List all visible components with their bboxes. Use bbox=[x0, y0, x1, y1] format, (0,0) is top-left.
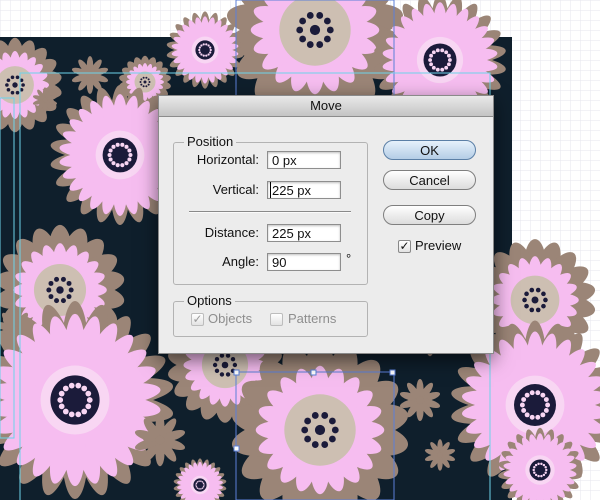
options-legend: Options bbox=[184, 294, 235, 308]
horizontal-input[interactable]: 0 px bbox=[267, 151, 341, 169]
vertical-input[interactable]: 225 px bbox=[267, 181, 341, 199]
ok-button[interactable]: OK bbox=[383, 140, 476, 160]
vertical-label: Vertical: bbox=[212, 182, 259, 197]
selection-handle[interactable] bbox=[233, 369, 240, 376]
objects-checkbox[interactable]: ✓ bbox=[191, 313, 204, 326]
cancel-button[interactable]: Cancel bbox=[383, 170, 476, 190]
distance-input[interactable]: 225 px bbox=[267, 224, 341, 242]
move-dialog: Move Position Horizontal: 0 px Vertical:… bbox=[158, 95, 494, 354]
position-legend: Position bbox=[184, 135, 237, 149]
selection-handle[interactable] bbox=[310, 369, 317, 376]
dialog-title[interactable]: Move bbox=[159, 96, 493, 117]
horizontal-label: Horizontal: bbox=[196, 152, 259, 167]
preview-checkbox[interactable]: ✓ bbox=[398, 240, 411, 253]
copy-button[interactable]: Copy bbox=[383, 205, 476, 225]
position-divider bbox=[189, 211, 351, 213]
angle-input[interactable]: 90 bbox=[267, 253, 341, 271]
objects-label: Objects bbox=[208, 311, 253, 326]
patterns-checkbox[interactable] bbox=[270, 313, 283, 326]
degree-symbol: ° bbox=[346, 251, 352, 266]
angle-label: Angle: bbox=[222, 254, 259, 269]
preview-label: Preview bbox=[415, 238, 462, 253]
patterns-label: Patterns bbox=[288, 311, 337, 326]
selection-handle[interactable] bbox=[233, 445, 240, 452]
selection-handle[interactable] bbox=[389, 369, 396, 376]
text-caret bbox=[270, 182, 271, 198]
distance-label: Distance: bbox=[204, 225, 259, 240]
